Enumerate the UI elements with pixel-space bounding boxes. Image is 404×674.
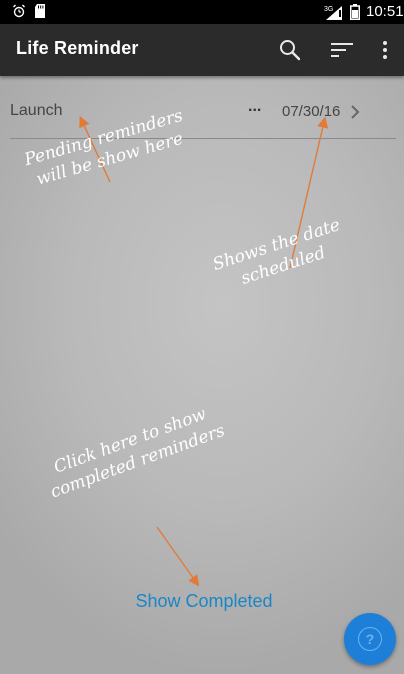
chevron-right-icon: [351, 105, 360, 119]
network-type: 3G: [324, 6, 333, 13]
app-screen: 3G 10:51 Life Reminder Launch ... 07/30/…: [0, 0, 404, 674]
annotation-completed: Click here to show completed reminders: [40, 399, 228, 503]
app-title: Life Reminder: [16, 38, 139, 58]
help-icon: ?: [358, 627, 382, 651]
search-icon: [280, 40, 301, 61]
battery-icon: [350, 4, 360, 20]
app-bar: Life Reminder: [0, 24, 404, 76]
annotation-date-text: Shows the date scheduled: [210, 214, 343, 289]
overflow-menu-button[interactable]: [366, 24, 404, 76]
status-clock: 10:51: [366, 3, 404, 20]
sort-icon: [331, 43, 353, 57]
annotation-date: Shows the date scheduled: [210, 214, 350, 297]
sd-card-icon: [35, 4, 45, 18]
reminder-more-button[interactable]: ...: [248, 98, 261, 116]
overflow-menu-icon: [383, 41, 387, 59]
reminder-list-item[interactable]: Launch ... 07/30/16: [10, 96, 396, 139]
sort-button[interactable]: [320, 24, 364, 76]
reminder-date: 07/30/16: [282, 103, 341, 120]
search-button[interactable]: [268, 24, 312, 76]
reminder-title: Launch: [10, 102, 63, 119]
annotation-completed-text: Click here to show completed reminders: [47, 404, 228, 503]
status-bar: 3G 10:51: [0, 0, 404, 24]
signal-icon: 3G: [324, 6, 342, 20]
help-fab-button[interactable]: ?: [344, 613, 396, 665]
show-completed-button[interactable]: Show Completed: [124, 587, 284, 615]
arrow-to-show-completed: [156, 526, 200, 587]
alarm-icon: [13, 4, 25, 18]
